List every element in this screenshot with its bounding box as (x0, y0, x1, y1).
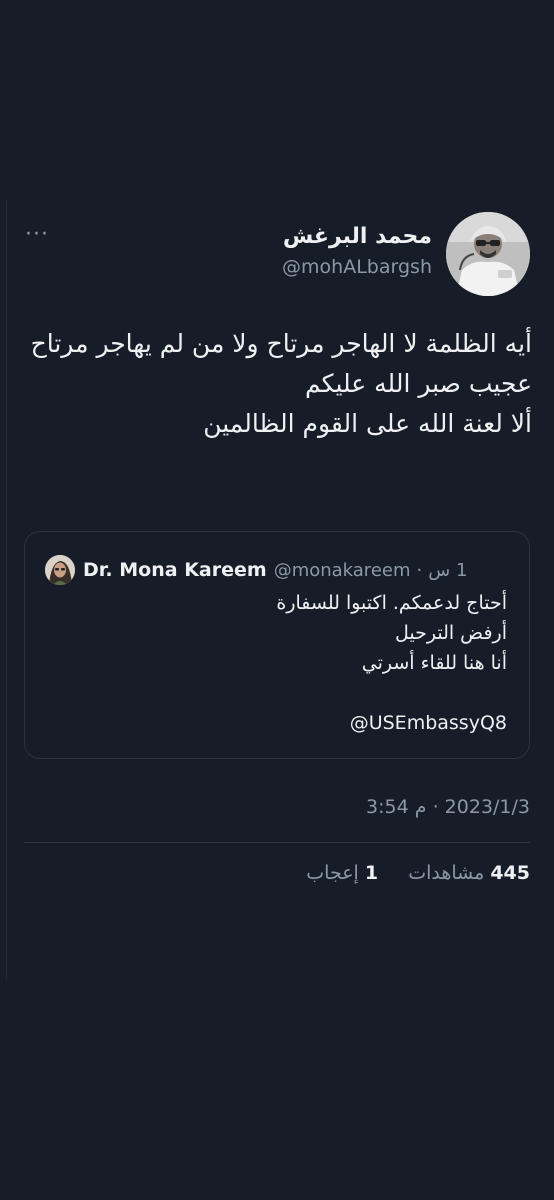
divider-top (24, 842, 530, 843)
tweet-time: 3:54 م (366, 796, 427, 818)
tweet-line: أيه الظلمة لا الهاجر مرتاح ولا من لم يها… (30, 329, 532, 358)
more-options-icon[interactable]: ··· (25, 222, 49, 247)
tweet-timestamp[interactable]: 2023/1/3 · 3:54 م (366, 796, 530, 818)
timestamp-separator: · (432, 796, 439, 818)
quoted-tweet-card[interactable]: Dr. Mona Kareem @monakareem · 1 س أحتاج … (24, 531, 530, 759)
tweet-line: ألا لعنة الله على القوم الظالمين (203, 409, 532, 438)
views-count: 445 (490, 862, 530, 884)
tweet-stats: 445 مشاهدات 1 إعجاب (306, 862, 530, 884)
author-photo-icon (446, 212, 530, 296)
quoted-mention-link[interactable]: @USEmbassyQ8 (43, 708, 507, 738)
quoted-time: 1 س (428, 559, 468, 581)
author-avatar[interactable] (446, 212, 530, 296)
quoted-line: أنا هنا للقاء أسرتي (361, 652, 507, 674)
quoted-author-handle: @monakareem (273, 559, 411, 581)
views-label: مشاهدات (408, 862, 485, 884)
tweet-line: عجيب صبر الله عليكم (305, 369, 532, 398)
tweet-detail-page: ··· محمد البرغش @mohALbargsh أيه الظلمة … (0, 0, 554, 1200)
quoted-line: أحتاج لدعمكم. اكتبوا للسفارة (276, 592, 507, 614)
author-display-name[interactable]: محمد البرغش (283, 224, 432, 249)
quoted-tweet-header: Dr. Mona Kareem @monakareem · 1 س (43, 554, 505, 586)
quoted-author-photo-icon (45, 555, 75, 585)
author-handle[interactable]: @mohALbargsh (282, 256, 432, 278)
likes-count[interactable]: 1 (365, 862, 378, 884)
quoted-author-name: Dr. Mona Kareem (83, 559, 267, 581)
left-edge-line (6, 200, 7, 980)
tweet-date: 2023/1/3 (444, 796, 530, 818)
quoted-separator: · (416, 559, 423, 581)
quoted-line: أرفض الترحيل (394, 622, 507, 644)
likes-label[interactable]: إعجاب (306, 862, 359, 884)
quoted-author-avatar (45, 555, 75, 585)
tweet-text: أيه الظلمة لا الهاجر مرتاح ولا من لم يها… (20, 324, 532, 444)
quoted-tweet-text: أحتاج لدعمكم. اكتبوا للسفارة أرفض الترحي… (43, 588, 507, 738)
